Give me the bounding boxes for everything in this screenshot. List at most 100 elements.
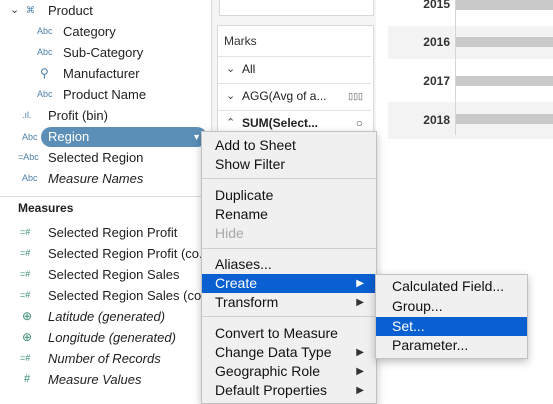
field-label: Selected Region Profit [48, 225, 178, 240]
field-profit-bin[interactable]: .ıl. Profit (bin) [0, 105, 210, 126]
measure-calc-icon: =# [20, 248, 31, 258]
section-divider [0, 196, 210, 197]
field-longitude[interactable]: ⊕ Longitude (generated) [0, 327, 210, 348]
field-label: Profit (bin) [48, 108, 108, 123]
menu-item-change-data-type[interactable]: Change Data Type ▶ [202, 343, 376, 362]
abc-icon: Abc [22, 132, 38, 142]
menu-separator [202, 248, 376, 249]
field-region-pill[interactable]: Region ▼ [41, 127, 207, 147]
field-label: Measure Values [48, 372, 142, 387]
measure-calc-icon: =# [20, 227, 31, 237]
menu-item-label: Group... [392, 298, 443, 314]
menu-item-duplicate[interactable]: Duplicate [202, 186, 376, 205]
menu-item-create[interactable]: Create ▶ [202, 274, 376, 293]
menu-item-convert-to-measure[interactable]: Convert to Measure [202, 324, 376, 343]
field-label: Product [48, 3, 93, 18]
create-submenu: Calculated Field... Group... Set... Para… [375, 274, 528, 359]
field-label: Selected Region Profit (co... [48, 246, 210, 261]
field-label: Number of Records [48, 351, 161, 366]
abc-icon: Abc [22, 173, 38, 183]
bar-mark[interactable] [456, 0, 553, 10]
menu-item-label: Show Filter [215, 156, 286, 172]
marks-title: Marks [224, 34, 257, 48]
year-header[interactable]: 2017 [388, 74, 450, 88]
paperclip-icon: ⚲ [40, 66, 49, 80]
field-label: Sub-Category [63, 45, 144, 60]
menu-item-default-properties[interactable]: Default Properties ▶ [202, 381, 376, 400]
year-header[interactable]: 2015 [388, 0, 450, 11]
marks-row-agg[interactable]: ⌄ AGG(Avg of a... ▯▯▯ [218, 83, 371, 108]
field-label: Latitude (generated) [48, 309, 166, 324]
field-label: Selected Region [48, 150, 144, 165]
measures-heading: Measures [18, 201, 74, 215]
menu-item-aliases[interactable]: Aliases... [202, 255, 376, 274]
measure-calc-icon: =# [20, 290, 31, 300]
menu-item-transform[interactable]: Transform ▶ [202, 293, 376, 312]
menu-item-label: Duplicate [215, 187, 274, 203]
field-label: Manufacturer [63, 66, 140, 81]
menu-separator [202, 316, 376, 317]
field-product[interactable]: ⌘ Product [0, 0, 210, 21]
menu-item-label: Aliases... [215, 256, 272, 272]
year-header[interactable]: 2016 [388, 35, 450, 49]
data-pane: ⌄ ⌘ Product Abc Category Abc Sub-Categor… [0, 0, 212, 402]
marks-row-label: AGG(Avg of a... [242, 89, 327, 103]
submenu-arrow-icon: ▶ [356, 385, 364, 396]
chevron-down-icon[interactable]: ⌄ [226, 57, 235, 81]
submenu-arrow-icon: ▶ [356, 278, 364, 289]
menu-item-label: Rename [215, 206, 268, 222]
menu-item-label: Default Properties [215, 382, 328, 398]
field-sub-category[interactable]: Abc Sub-Category [0, 42, 210, 63]
field-number-of-records[interactable]: =# Number of Records [0, 348, 210, 369]
menu-item-rename[interactable]: Rename [202, 205, 376, 224]
submenu-item-group[interactable]: Group... [376, 297, 527, 316]
set-abc-icon: =Abc [18, 152, 39, 162]
field-product-name[interactable]: Abc Product Name [0, 84, 210, 105]
submenu-item-calculated-field[interactable]: Calculated Field... [376, 277, 527, 296]
bar-mark[interactable] [456, 114, 553, 124]
submenu-item-set[interactable]: Set... [376, 317, 527, 336]
bar-mark[interactable] [456, 37, 553, 47]
bar-mark-icon: ▯▯▯ [348, 91, 363, 101]
dropdown-caret-icon[interactable]: ▼ [192, 127, 201, 147]
globe-icon: ⊕ [22, 330, 33, 344]
measure-calc-icon: =# [20, 269, 31, 279]
submenu-item-parameter[interactable]: Parameter... [376, 336, 527, 355]
chevron-down-icon[interactable]: ⌄ [226, 84, 235, 108]
menu-item-label: Parameter... [392, 337, 469, 353]
filters-shelf[interactable] [219, 0, 374, 16]
submenu-arrow-icon: ▶ [356, 366, 364, 377]
field-latitude[interactable]: ⊕ Latitude (generated) [0, 306, 210, 327]
field-category[interactable]: Abc Category [0, 21, 210, 42]
field-measure-values[interactable]: # Measure Values [0, 369, 210, 390]
submenu-arrow-icon: ▶ [356, 347, 364, 358]
field-measure-names[interactable]: Abc Measure Names [0, 168, 210, 189]
menu-item-show-filter[interactable]: Show Filter [202, 155, 376, 174]
field-label: Selected Region Sales (co... [48, 288, 213, 303]
menu-item-label: Create [215, 275, 258, 291]
menu-item-geographic-role[interactable]: Geographic Role ▶ [202, 362, 376, 381]
menu-item-label: Convert to Measure [215, 325, 338, 341]
year-header[interactable]: 2018 [388, 113, 450, 127]
menu-separator [202, 178, 376, 179]
field-label: Selected Region Sales [48, 267, 180, 282]
bar-mark[interactable] [456, 76, 553, 86]
field-label: Measure Names [48, 171, 144, 186]
menu-item-label: Set... [392, 318, 425, 334]
submenu-arrow-icon: ▶ [356, 297, 364, 308]
field-selected-region-profit[interactable]: =# Selected Region Profit [0, 222, 210, 243]
globe-icon: ⊕ [22, 309, 33, 323]
marks-row-all[interactable]: ⌄ All [218, 56, 371, 81]
menu-item-label: Calculated Field... [392, 278, 505, 294]
field-selected-region[interactable]: =Abc Selected Region [0, 147, 210, 168]
marks-row-label: All [242, 62, 256, 76]
field-selected-region-sales-copy[interactable]: =# Selected Region Sales (co... [0, 285, 213, 306]
menu-item-label: Transform [215, 294, 279, 310]
abc-icon: Abc [37, 47, 53, 57]
menu-item-label: Hide [215, 225, 244, 241]
field-manufacturer[interactable]: ⚲ Manufacturer [0, 63, 210, 84]
field-selected-region-profit-copy[interactable]: =# Selected Region Profit (co... [0, 243, 210, 264]
menu-item-add-to-sheet[interactable]: Add to Sheet [202, 136, 376, 155]
field-label: Product Name [63, 87, 147, 102]
field-selected-region-sales[interactable]: =# Selected Region Sales [0, 264, 210, 285]
